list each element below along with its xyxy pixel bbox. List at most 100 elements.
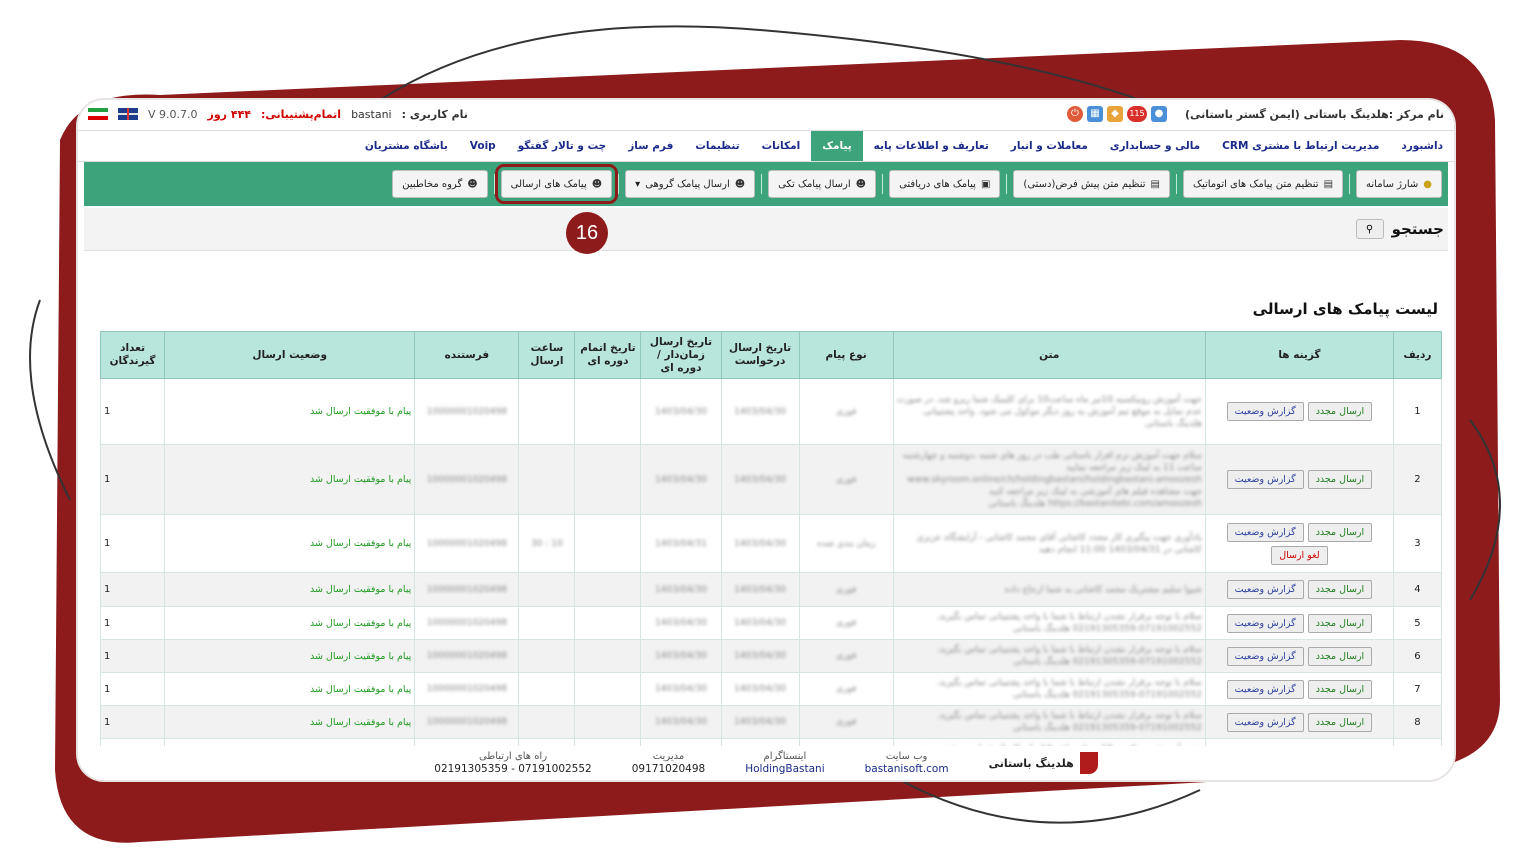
inbox-icon: ▣ xyxy=(980,178,991,190)
doc-icon: ▤ xyxy=(1323,178,1334,190)
calendar-icon[interactable]: ▦ xyxy=(1086,106,1103,122)
table-cell: 10000001020498 xyxy=(414,514,520,573)
footer-instagram-link[interactable]: HoldingBastani xyxy=(745,763,824,776)
footer-website: وب سایت bastanisoft.com xyxy=(865,750,949,776)
toolbar-button[interactable]: ☻ پیامک های ارسالی xyxy=(494,164,619,204)
status-report-button[interactable]: گزارش وضعیت xyxy=(1226,712,1304,732)
menu-item[interactable]: تنظیمات xyxy=(684,131,750,161)
cell-value: فوری xyxy=(835,618,857,628)
toolbar-button-label: ارسال پیامک گروهی xyxy=(645,178,730,190)
toolbar-button[interactable]: ☻ ارسال پیامک تکی xyxy=(768,170,877,198)
cell-value: 1 xyxy=(104,474,111,485)
table-cell: 1403/04/30 xyxy=(720,672,800,706)
status-report-button[interactable]: گزارش وضعیت xyxy=(1226,646,1304,666)
cell-value: فوری xyxy=(835,717,857,727)
uk-flag-icon[interactable] xyxy=(118,108,138,120)
status-report-button[interactable]: گزارش وضعیت xyxy=(1226,679,1304,699)
table-row: 4 ارسال مجددگزارش وضعیت شیوا سلیم مشتریک م… xyxy=(100,572,1442,607)
resend-button[interactable]: ارسال مجدد xyxy=(1307,470,1373,489)
footer-manager-label: مدیریت xyxy=(652,751,685,762)
menu-item[interactable]: داشبورد xyxy=(1390,131,1454,161)
search-icon[interactable]: ⚲ xyxy=(1355,219,1384,239)
resend-button[interactable]: ارسال مجدد xyxy=(1307,646,1373,666)
toolbar-separator xyxy=(493,174,495,194)
toolbar-button[interactable]: ● شارژ سامانه xyxy=(1356,170,1442,198)
menu-item[interactable]: مدیریت ارتباط با مشتری CRM xyxy=(1211,131,1390,161)
table-cell: 1403/04/30 xyxy=(640,606,722,640)
step-badge: 16 xyxy=(566,212,608,254)
toolbar-button[interactable]: ▤ تنظیم متن پیامک های اتوماتیک xyxy=(1183,170,1344,198)
menu-item[interactable]: تعاریف و اطلاعات پایه xyxy=(863,131,1000,161)
cell-value: 1403/04/30 xyxy=(734,618,786,628)
menu-item[interactable]: فرم ساز xyxy=(617,131,684,161)
table-cell: جهت آموزش روبیکسیه 10تیر ماه ساعت10 برای… xyxy=(892,378,1206,445)
resend-button[interactable]: ارسال مجدد xyxy=(1307,679,1373,699)
iran-flag-icon[interactable] xyxy=(88,108,108,120)
footer-website-link[interactable]: bastanisoft.com xyxy=(865,763,949,776)
menu-item[interactable]: Voip xyxy=(459,131,507,161)
table-cell: 1403/04/30 xyxy=(640,672,722,706)
table-row: 5 ارسال مجددگزارش وضعیت سلام با توجه برقرا… xyxy=(100,606,1442,640)
menu-item[interactable]: معاملات و انبار xyxy=(1000,131,1099,161)
footer-instagram-label: اینستاگرام xyxy=(763,751,807,762)
cell-value: شیوا سلیم مشتریک مجمد کاشانی به شما ارجا… xyxy=(1004,584,1202,595)
table-cell: 1 xyxy=(100,444,166,515)
status-report-button[interactable]: گزارش وضعیت xyxy=(1226,470,1304,489)
resend-button[interactable]: ارسال مجدد xyxy=(1307,580,1373,599)
search-label: جستجو xyxy=(1391,220,1444,238)
toolbar-button-label: شارژ سامانه xyxy=(1366,178,1419,190)
notification-count-badge[interactable]: 115 xyxy=(1126,106,1147,122)
cell-value: پیام با موفقیت ارسال شد xyxy=(309,474,412,485)
toolbar-button[interactable]: ▣ پیامک های دریافتی xyxy=(889,170,1001,198)
menu-item[interactable]: امکانات xyxy=(751,131,812,161)
table-header-cell: گزینه ها xyxy=(1204,331,1394,379)
cancel-send-button[interactable]: لغو ارسال xyxy=(1271,545,1328,565)
resend-button[interactable]: ارسال مجدد xyxy=(1307,402,1373,421)
cell-value: 1403/04/30 xyxy=(655,651,707,661)
resend-button[interactable]: ارسال مجدد xyxy=(1307,522,1373,542)
main-menu: داشبورد مدیریت ارتباط با مشتری CRM مالی و … xyxy=(78,130,1454,162)
cell-value: 1403/04/30 xyxy=(734,406,786,417)
cell-value: 1 xyxy=(104,538,111,549)
toolbar-button[interactable]: ☻ گروه مخاطبین xyxy=(392,170,488,198)
cell-value: 1403/04/30 xyxy=(655,717,707,727)
status-report-button[interactable]: گزارش وضعیت xyxy=(1226,613,1304,633)
row-options: ارسال مجددگزارش وضعیت xyxy=(1204,378,1394,445)
footer-manager-phone: 09171020498 xyxy=(631,763,706,775)
row-options: ارسال مجددگزارش وضعیت xyxy=(1204,572,1394,607)
cell-value: 3 xyxy=(1414,538,1421,549)
resend-button[interactable]: ارسال مجدد xyxy=(1307,712,1373,732)
app-window: نام مرکز :هلدینگ باستانی (ایمن گستر باست… xyxy=(78,100,1454,780)
menu-item[interactable]: مالی و حسابداری xyxy=(1099,131,1211,161)
menu-item[interactable]: باشگاه مشتریان xyxy=(354,131,459,161)
bell-icon[interactable]: ◆ xyxy=(1106,106,1123,122)
table-cell xyxy=(518,672,576,706)
cell-value: 1403/04/30 xyxy=(734,584,786,595)
status-report-button[interactable]: گزارش وضعیت xyxy=(1226,580,1304,599)
toolbar-button[interactable]: ▤ تنظیم متن پیش فرض(دستی) xyxy=(1013,170,1170,198)
row-options: ارسال مجددگزارش وضعیت لغو ارسال xyxy=(1204,514,1394,573)
status-report-button[interactable]: گزارش وضعیت xyxy=(1226,402,1304,421)
table-cell: 10000001020498 xyxy=(414,606,520,640)
menu-item[interactable]: پیامک xyxy=(811,131,863,161)
toolbar-button-label: تنظیم متن پیش فرض(دستی) xyxy=(1023,178,1146,190)
resend-button[interactable]: ارسال مجدد xyxy=(1307,613,1373,633)
status-report-button[interactable]: گزارش وضعیت xyxy=(1226,522,1304,542)
toolbar-button[interactable]: ☻ ارسال پیامک گروهی ▾ xyxy=(625,170,756,198)
table-cell: 1 xyxy=(100,639,166,673)
cell-value: سلام با توجه برقرار نشدن ارتباط با شما ب… xyxy=(936,612,1202,634)
power-icon[interactable]: ⏻ xyxy=(1066,106,1083,122)
menu-item[interactable]: چت و تالار گفتگو xyxy=(507,131,618,161)
chat-icon[interactable]: ● xyxy=(1150,106,1167,122)
sms-toolbar: ● شارژ سامانه ▤ تنظیم متن پیامک های اتوماتی… xyxy=(84,162,1448,206)
toolbar-button-label: ارسال پیامک تکی xyxy=(778,178,851,190)
table-header-cell: تعداد گیرندگان xyxy=(100,331,166,379)
footer-contact: راه های ارتباطی 07191002552 - 0219130535… xyxy=(434,750,591,776)
cell-value: 1 xyxy=(104,716,111,728)
table-header-cell: تاریخ اتمام دوره ای xyxy=(574,331,642,379)
cell-value: 1 xyxy=(1414,406,1421,417)
table-cell: 1 xyxy=(100,705,166,739)
table-cell: 10000001020498 xyxy=(414,378,520,445)
table-cell xyxy=(574,639,642,673)
table-cell: پیام با موفقیت ارسال شد xyxy=(164,514,416,573)
